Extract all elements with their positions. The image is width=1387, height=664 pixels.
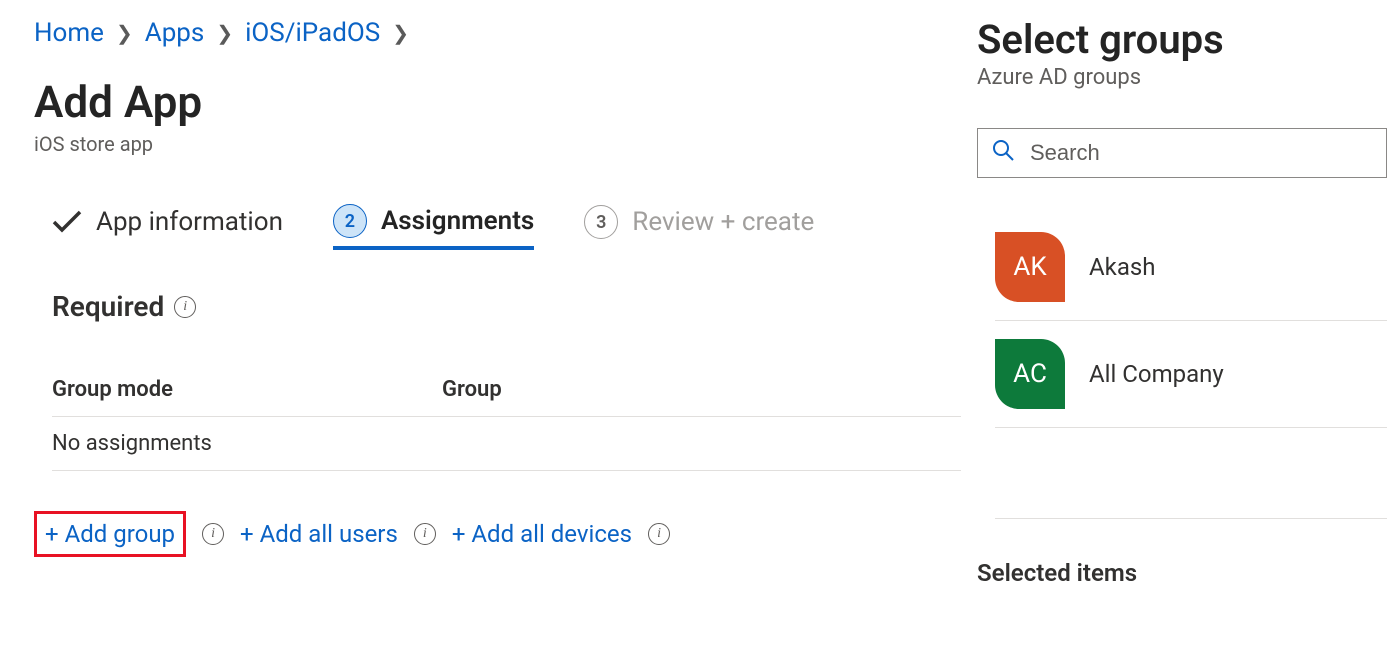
info-icon[interactable]: i [648, 523, 670, 545]
assignment-actions: + Add group i + Add all users i + Add al… [34, 511, 943, 557]
group-item[interactable]: AK Akash [995, 214, 1387, 321]
breadcrumb-home[interactable]: Home [34, 18, 104, 48]
group-avatar: AC [995, 339, 1065, 409]
step-label: Assignments [381, 206, 534, 236]
select-groups-panel: Select groups Azure AD groups AK Akash A… [977, 0, 1387, 664]
add-all-devices-link[interactable]: + Add all devices [452, 520, 632, 548]
table-row: No assignments [52, 417, 961, 471]
highlight-box: + Add group [34, 511, 186, 557]
assignments-table: Group mode Group No assignments [52, 363, 961, 471]
info-icon[interactable]: i [202, 523, 224, 545]
step-label: App information [96, 207, 283, 237]
check-icon [52, 207, 82, 237]
panel-title: Select groups [977, 16, 1387, 63]
search-icon [992, 139, 1014, 167]
selected-items-header: Selected items [977, 559, 1387, 587]
breadcrumb-ios[interactable]: iOS/iPadOS [245, 18, 380, 48]
chevron-right-icon: ❯ [116, 23, 133, 43]
search-box[interactable] [977, 128, 1387, 178]
breadcrumb: Home ❯ Apps ❯ iOS/iPadOS ❯ [34, 18, 943, 48]
group-item[interactable]: AC All Company [995, 321, 1387, 428]
col-group-mode: Group mode [52, 377, 442, 402]
panel-subtitle: Azure AD groups [977, 65, 1387, 90]
wizard-steps: App information 2 Assignments 3 Review +… [34, 204, 943, 250]
step-assignments[interactable]: 2 Assignments [333, 204, 534, 250]
step-label: Review + create [632, 207, 814, 237]
step-number-icon: 3 [584, 205, 618, 239]
group-list: AK Akash AC All Company [995, 214, 1387, 428]
group-name: All Company [1089, 360, 1224, 388]
info-icon[interactable]: i [414, 523, 436, 545]
info-icon[interactable]: i [174, 296, 196, 318]
panel-divider [995, 518, 1387, 519]
group-avatar: AK [995, 232, 1065, 302]
search-input[interactable] [1028, 139, 1372, 167]
step-review-create[interactable]: 3 Review + create [584, 205, 814, 249]
table-empty-message: No assignments [52, 431, 442, 456]
page-title: Add App [34, 76, 943, 128]
section-required: Required i [52, 290, 943, 323]
breadcrumb-apps[interactable]: Apps [145, 18, 205, 48]
step-app-information[interactable]: App information [52, 207, 283, 247]
table-header: Group mode Group [52, 363, 961, 417]
page-subtitle: iOS store app [34, 132, 943, 156]
section-title: Required [52, 290, 164, 323]
chevron-right-icon: ❯ [392, 23, 409, 43]
chevron-right-icon: ❯ [216, 23, 233, 43]
add-all-users-link[interactable]: + Add all users [240, 520, 398, 548]
group-name: Akash [1089, 253, 1155, 281]
step-number-icon: 2 [333, 204, 367, 238]
add-group-link[interactable]: + Add group [45, 520, 175, 548]
col-group: Group [442, 377, 961, 402]
